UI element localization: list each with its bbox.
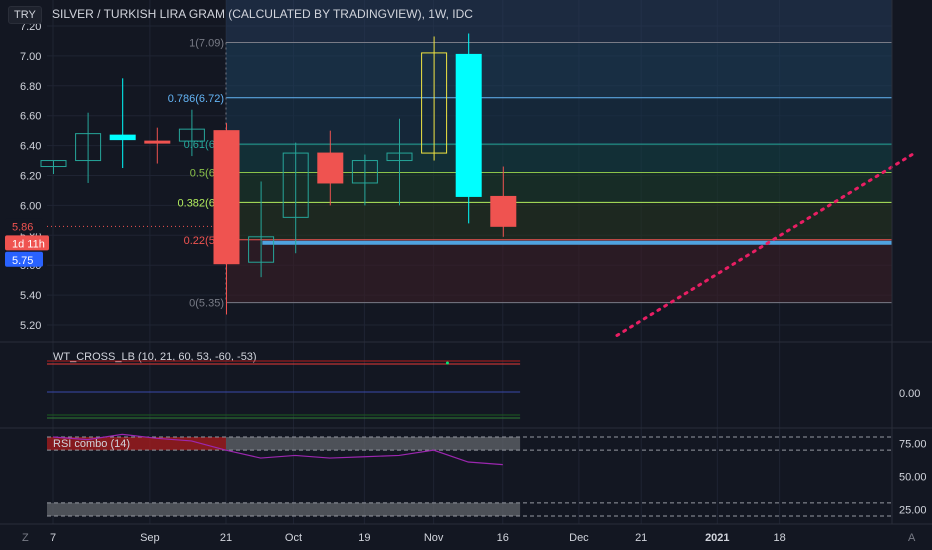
fib-level-label: 0(5.35) bbox=[189, 298, 224, 310]
wt-axis-label: 0.00 bbox=[899, 388, 920, 400]
candle bbox=[455, 33, 482, 224]
time-axis-label: 21 bbox=[220, 532, 232, 544]
time-axis-label: Sep bbox=[140, 532, 160, 544]
rsi-axis-label: 75.00 bbox=[899, 439, 927, 451]
fib-zone bbox=[226, 202, 892, 240]
chart-svg: 1(7.09)0.786(6.72)0.61(6.40.5(6.20.382(6… bbox=[0, 0, 932, 544]
rsi-band-right bbox=[226, 502, 521, 516]
fib-zone bbox=[226, 239, 892, 303]
price-tick-label: 5.40 bbox=[20, 290, 41, 302]
price-tick-label: 6.80 bbox=[20, 81, 41, 93]
time-axis-label: 21 bbox=[635, 532, 647, 544]
candle-body bbox=[455, 53, 482, 197]
candle bbox=[109, 78, 136, 169]
candle-body bbox=[490, 195, 517, 227]
candle bbox=[40, 160, 67, 175]
fib-zone bbox=[226, 97, 892, 145]
fib-zone bbox=[226, 42, 892, 98]
price-badge-label: 5.75 bbox=[12, 255, 33, 267]
price-badge-label: 5.86 bbox=[12, 221, 33, 233]
currency-button[interactable]: TRY bbox=[8, 6, 42, 24]
price-tick-label: 5.20 bbox=[20, 320, 41, 332]
time-axis-label: Nov bbox=[424, 532, 444, 544]
rsi-axis-label: 50.00 bbox=[899, 472, 927, 484]
fib-level-label: 1(7.09) bbox=[189, 37, 224, 49]
time-axis-label: 7 bbox=[50, 532, 56, 544]
chart-title: SILVER / TURKISH LIRA GRAM (CALCULATED B… bbox=[52, 7, 473, 21]
chart-root: 1(7.09) 0.786(6.72) 0.61(6.4 0.5(6.2 0.382(6… bbox=[0, 0, 932, 550]
price-tick-label: 6.60 bbox=[20, 111, 41, 123]
time-axis-label: 18 bbox=[773, 532, 785, 544]
rsi-band-left bbox=[47, 502, 226, 516]
candle bbox=[75, 112, 102, 183]
time-axis-label: Oct bbox=[285, 532, 302, 544]
price-tick-label: 6.20 bbox=[20, 171, 41, 183]
rsi-indicator-title: RSI combo (14) bbox=[53, 438, 130, 450]
candle-body bbox=[144, 140, 171, 144]
rsi-axis-label: 25.00 bbox=[899, 504, 927, 516]
time-axis-label: 19 bbox=[358, 532, 370, 544]
price-tick-label: 7.00 bbox=[20, 51, 41, 63]
price-tick-label: 6.00 bbox=[20, 200, 41, 212]
time-axis-label: Dec bbox=[569, 532, 589, 544]
price-tick-label: 6.40 bbox=[20, 141, 41, 153]
auto-scale-button[interactable]: A bbox=[908, 532, 916, 544]
candle-body bbox=[317, 152, 344, 184]
time-axis-label: 16 bbox=[497, 532, 509, 544]
wt-cross-dot bbox=[445, 361, 449, 365]
candle-body bbox=[213, 130, 240, 265]
timezone-button[interactable]: Z bbox=[22, 532, 29, 544]
rsi-band-right bbox=[226, 437, 521, 451]
candle-body bbox=[109, 134, 136, 141]
price-badge-label: 1d 11h bbox=[12, 238, 45, 250]
fib-level-label: 0.786(6.72) bbox=[168, 93, 224, 105]
time-axis-label: 2021 bbox=[705, 532, 729, 544]
